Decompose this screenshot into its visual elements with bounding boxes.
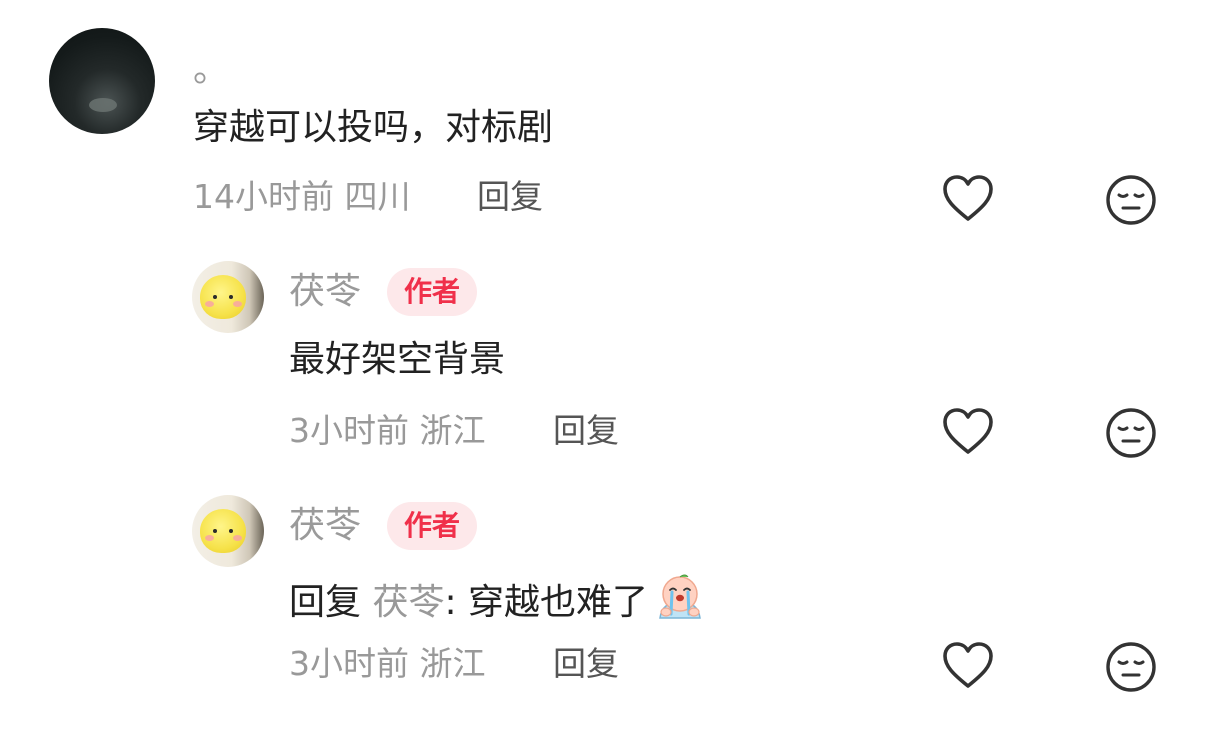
reply-location: 浙江: [419, 411, 486, 450]
author-badge: 作者: [387, 502, 478, 550]
neutral-face-icon[interactable]: [1104, 640, 1158, 694]
reply-button[interactable]: 回复: [477, 177, 543, 217]
reply-username[interactable]: 茯苓: [289, 506, 361, 546]
author-badge: 作者: [387, 268, 478, 316]
neutral-face-icon[interactable]: [1104, 173, 1158, 227]
reply-content: : 穿越也难了: [444, 582, 649, 623]
reply-prefix: 回复: [289, 582, 362, 623]
crying-emoji-icon: [652, 572, 708, 622]
comment-location: 四川: [344, 177, 411, 216]
comment-text: 穿越可以投吗，对标剧: [193, 107, 554, 148]
reply-button[interactable]: 回复: [553, 644, 619, 684]
reply-text: 最好架空背景: [289, 339, 506, 380]
reply-time: 3小时前: [289, 411, 409, 450]
reply-time: 3小时前: [289, 644, 409, 683]
reply-meta: 3小时前 浙江: [289, 411, 486, 451]
reply-text: 回复 茯苓: 穿越也难了: [289, 572, 708, 625]
heart-icon[interactable]: [941, 405, 995, 459]
reply-location: 浙江: [419, 644, 486, 683]
heart-icon[interactable]: [941, 172, 995, 226]
heart-icon[interactable]: [941, 639, 995, 693]
quoted-username[interactable]: 茯苓: [372, 582, 444, 623]
reply-button[interactable]: 回复: [553, 411, 619, 451]
neutral-face-icon[interactable]: [1104, 406, 1158, 460]
author-avatar[interactable]: [192, 495, 264, 567]
comment-meta: 14小时前 四川: [193, 177, 411, 217]
reply-username[interactable]: 茯苓: [289, 272, 361, 312]
avatar[interactable]: [49, 28, 155, 134]
author-avatar[interactable]: [192, 261, 264, 333]
reply-meta: 3小时前 浙江: [289, 644, 486, 684]
comment-username[interactable]: 。: [193, 50, 229, 90]
comment-time: 14小时前: [193, 177, 334, 216]
